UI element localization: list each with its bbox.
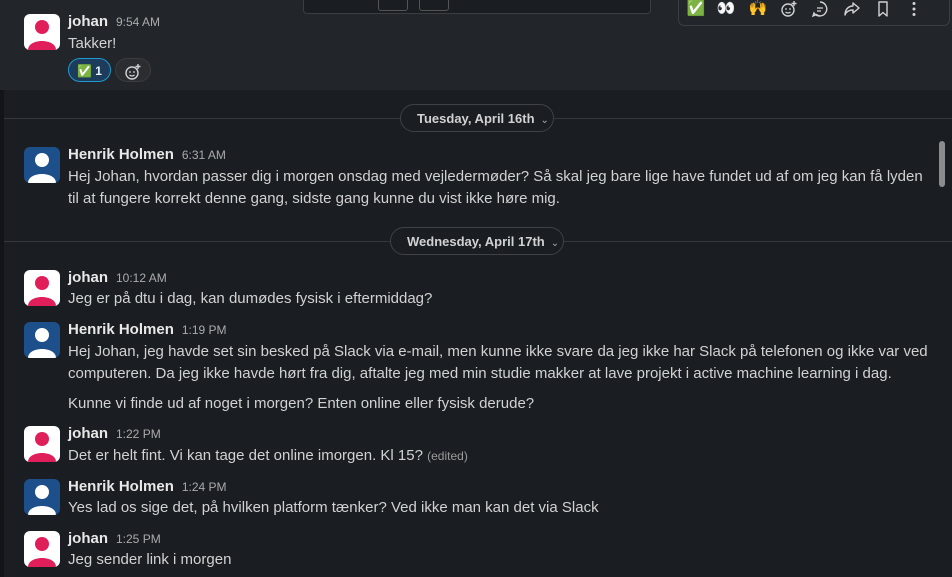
add-reaction-button[interactable]: [115, 58, 151, 82]
message-author[interactable]: johan 1:25 PM: [68, 530, 161, 547]
message-author[interactable]: Henrik Holmen 1:24 PM: [68, 478, 227, 495]
date-divider-button[interactable]: Tuesday, April 16th ⌄: [400, 104, 554, 132]
message[interactable]: johan 1:22 PM Det er helt fint. Vi kan ta…: [0, 418, 952, 470]
add-reaction-icon[interactable]: [776, 0, 802, 23]
avatar-johan[interactable]: [24, 270, 60, 306]
message-text: Hej Johan, jeg havde set sin besked på S…: [68, 343, 928, 382]
shortcut-key: [378, 0, 408, 11]
reply-in-thread-icon[interactable]: [807, 0, 833, 23]
avatar-johan[interactable]: [24, 531, 60, 567]
message[interactable]: Henrik Holmen 6:31 AM Hej Johan, hvordan …: [0, 140, 952, 210]
message-actions-toolbar: ✅ 👀 🙌: [678, 0, 950, 26]
add-reaction-icon: [125, 63, 141, 80]
chevron-down-icon: ⌄: [540, 115, 549, 126]
eyes-emoji-icon[interactable]: 👀: [713, 0, 739, 23]
message-timestamp[interactable]: 1:19 PM: [182, 323, 227, 337]
avatar-johan[interactable]: [24, 426, 60, 462]
message[interactable]: johan 10:12 AM Jeg er på dtu i dag, kan d…: [0, 262, 952, 312]
bookmark-icon[interactable]: [870, 0, 896, 23]
message-author[interactable]: johan 9:54 AM: [68, 13, 160, 30]
message-text: Hej Johan, hvordan passer dig i morgen o…: [68, 168, 923, 207]
message-timestamp[interactable]: 9:54 AM: [116, 15, 160, 29]
reaction-count: 1: [95, 64, 102, 78]
message-text: Yes lad os sige det, på hvilken platform…: [68, 499, 599, 516]
edited-label: (edited): [427, 449, 468, 463]
scrollbar-thumb[interactable]: [939, 141, 945, 187]
message-text: Jeg er på dtu i dag, kan dumødes fysisk …: [68, 290, 433, 307]
message-text-continued: Kunne vi finde ud af noget i morgen? Ent…: [68, 395, 535, 412]
message-author[interactable]: johan 1:22 PM: [68, 425, 161, 442]
date-divider-button[interactable]: Wednesday, April 17th ⌄: [390, 227, 564, 255]
message-text: Det er helt fint. Vi kan tage det online…: [68, 447, 468, 464]
check-emoji-icon[interactable]: ✅: [683, 0, 709, 23]
avatar-henrik[interactable]: [24, 147, 60, 183]
message[interactable]: Henrik Holmen 1:19 PM Hej Johan, jeg havd…: [0, 314, 952, 418]
avatar-henrik[interactable]: [24, 322, 60, 358]
message[interactable]: Henrik Holmen 1:24 PM Yes lad os sige det…: [0, 471, 952, 523]
raised-hands-emoji-icon[interactable]: 🙌: [745, 0, 771, 23]
message-text: Jeg sender link i morgen: [68, 551, 232, 568]
forward-icon[interactable]: [839, 0, 865, 23]
message-timestamp[interactable]: 1:22 PM: [116, 427, 161, 441]
date-divider-label: Tuesday, April 16th: [417, 111, 535, 126]
message-author[interactable]: Henrik Holmen 6:31 AM: [68, 146, 226, 163]
message-timestamp[interactable]: 6:31 AM: [182, 148, 226, 162]
message-timestamp[interactable]: 10:12 AM: [116, 271, 167, 285]
date-divider-label: Wednesday, April 17th: [407, 234, 545, 249]
search-bar[interactable]: [303, 0, 651, 14]
check-emoji-icon: ✅: [77, 64, 92, 78]
message-timestamp[interactable]: 1:24 PM: [182, 480, 227, 494]
more-actions-icon[interactable]: [901, 0, 927, 23]
avatar-henrik[interactable]: [24, 479, 60, 515]
shortcut-key: [419, 0, 449, 11]
reaction-check[interactable]: ✅ 1: [68, 58, 111, 82]
chevron-down-icon: ⌄: [550, 238, 560, 249]
message[interactable]: johan 1:25 PM Jeg sender link i morgen: [0, 523, 952, 577]
message-author[interactable]: Henrik Holmen 1:19 PM: [68, 321, 227, 338]
avatar-johan[interactable]: [24, 14, 60, 50]
message-author[interactable]: johan 10:12 AM: [68, 269, 167, 286]
message-text: Takker!: [68, 35, 117, 52]
message-timestamp[interactable]: 1:25 PM: [116, 532, 161, 546]
